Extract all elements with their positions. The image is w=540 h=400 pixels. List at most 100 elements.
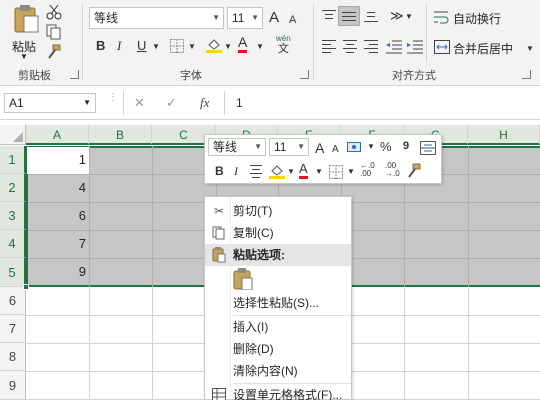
chevron-down-icon[interactable]: ▼ bbox=[224, 38, 232, 56]
formula-input[interactable]: 1 bbox=[236, 96, 243, 110]
bold-button[interactable]: B bbox=[96, 37, 105, 55]
chevron-down-icon[interactable]: ▼ bbox=[188, 38, 196, 56]
borders-icon[interactable] bbox=[170, 39, 184, 53]
chevron-down-icon[interactable]: ▼ bbox=[287, 163, 295, 181]
row-header-6[interactable]: 6 bbox=[0, 287, 26, 315]
cell-a1[interactable]: 1 bbox=[28, 152, 86, 168]
wrap-text-button[interactable]: 自动换行 bbox=[453, 10, 501, 27]
column-header-b[interactable]: B bbox=[89, 125, 152, 145]
comma-style-button[interactable]: 9 bbox=[403, 137, 409, 155]
mini-font-name-value: 等线 bbox=[213, 140, 238, 154]
italic-button[interactable]: I bbox=[117, 37, 121, 55]
increase-decimal-bottom: .00 bbox=[360, 169, 372, 178]
top-align-icon[interactable] bbox=[322, 10, 336, 22]
merge-center-icon[interactable] bbox=[434, 40, 450, 54]
format-painter-icon[interactable] bbox=[46, 44, 62, 60]
paste-button[interactable]: 粘贴 ▼ bbox=[6, 4, 46, 62]
chevron-down-icon[interactable]: ▼ bbox=[526, 40, 534, 58]
column-header-a[interactable]: A bbox=[26, 125, 89, 145]
row-header-7[interactable]: 7 bbox=[0, 315, 26, 343]
increase-decimal-icon[interactable]: ←.0 .00 bbox=[360, 162, 375, 178]
clipboard-launcher-icon[interactable] bbox=[70, 70, 79, 79]
menu-item-label: 插入(I) bbox=[233, 320, 269, 334]
mini-italic-button[interactable]: I bbox=[234, 162, 238, 180]
mini-toolbar: 等线 ▼ 11 ▼ A A ▼ % 9 B I ▼ A ▼ ▼ ←.0 .00 … bbox=[204, 134, 442, 184]
mini-fill-color-icon[interactable] bbox=[269, 163, 285, 179]
decrease-indent-icon[interactable] bbox=[386, 40, 402, 54]
chevron-down-icon[interactable]: ▼ bbox=[256, 38, 264, 56]
chevron-down-icon[interactable]: ▼ bbox=[315, 163, 323, 181]
cell-a4[interactable]: 7 bbox=[28, 236, 86, 252]
cancel-icon[interactable]: ✕ bbox=[134, 95, 145, 111]
row-header-4[interactable]: 4 bbox=[0, 230, 26, 258]
select-all-corner[interactable] bbox=[0, 125, 26, 145]
menu-item-format-cells[interactable]: 设置单元格格式(F)... bbox=[205, 384, 351, 400]
middle-align-button[interactable] bbox=[338, 6, 360, 26]
mini-font-name-dropdown[interactable]: 等线 ▼ bbox=[208, 138, 266, 156]
menu-item-cut[interactable]: ✂ 剪切(T) bbox=[205, 200, 351, 222]
increase-font-size-icon[interactable]: A bbox=[269, 9, 279, 27]
mini-font-color-icon[interactable]: A bbox=[299, 161, 308, 179]
alignment-launcher-icon[interactable] bbox=[522, 70, 531, 79]
column-header-h[interactable]: H bbox=[468, 125, 540, 145]
font-color-icon[interactable]: A bbox=[238, 35, 248, 53]
bottom-align-icon[interactable] bbox=[364, 10, 378, 22]
mini-increase-font-icon[interactable]: A bbox=[315, 139, 324, 157]
chevron-down-icon[interactable]: ▼ bbox=[152, 38, 160, 56]
menu-item-paste-special[interactable]: 选择性粘贴(S)... bbox=[205, 292, 351, 314]
row-header-1[interactable]: 1 bbox=[0, 146, 26, 174]
paste-option-button[interactable] bbox=[233, 268, 255, 291]
align-left-icon[interactable] bbox=[322, 40, 336, 53]
mini-bold-button[interactable]: B bbox=[215, 162, 224, 180]
decrease-decimal-icon[interactable]: .00 →.0 bbox=[385, 162, 400, 178]
font-launcher-icon[interactable] bbox=[300, 70, 309, 79]
mini-borders-icon[interactable] bbox=[329, 165, 343, 179]
mini-font-size-value: 11 bbox=[274, 140, 287, 154]
fill-color-icon[interactable] bbox=[206, 37, 222, 53]
enter-icon[interactable]: ✓ bbox=[166, 95, 177, 111]
mini-font-size-dropdown[interactable]: 11 ▼ bbox=[269, 138, 309, 156]
chevron-down-icon[interactable]: ▼ bbox=[367, 138, 375, 156]
percent-style-button[interactable]: % bbox=[380, 138, 392, 156]
fill-handle[interactable] bbox=[23, 284, 29, 290]
menu-item-insert[interactable]: 插入(I) bbox=[205, 316, 351, 338]
row-header-8[interactable]: 8 bbox=[0, 343, 26, 371]
chevron-down-icon: ▼ bbox=[83, 98, 91, 107]
chevron-down-icon[interactable]: ▼ bbox=[405, 8, 413, 26]
orientation-icon[interactable]: ≫ bbox=[390, 7, 404, 25]
copy-icon[interactable] bbox=[46, 24, 62, 40]
phonetic-guide-icon[interactable]: wén 文 bbox=[276, 34, 291, 55]
menu-item-label: 清除内容(N) bbox=[233, 364, 298, 378]
mini-format-painter-icon[interactable] bbox=[406, 163, 422, 179]
insert-function-icon[interactable]: fx bbox=[200, 95, 209, 111]
align-right-icon[interactable] bbox=[364, 40, 378, 53]
underline-button[interactable]: U bbox=[137, 37, 146, 55]
cell-a5[interactable]: 9 bbox=[28, 264, 86, 280]
font-name-dropdown[interactable]: 等线 ▼ bbox=[89, 7, 224, 29]
cut-icon[interactable] bbox=[46, 4, 62, 20]
merge-center-button[interactable]: 合并后居中 bbox=[453, 40, 513, 57]
chevron-down-icon[interactable]: ▼ bbox=[347, 163, 355, 181]
align-center-icon[interactable] bbox=[343, 40, 357, 53]
menu-item-delete[interactable]: 删除(D) bbox=[205, 338, 351, 360]
mini-center-align-icon[interactable] bbox=[250, 165, 264, 178]
row-header-9[interactable]: 9 bbox=[0, 371, 26, 400]
drag-handle-icon[interactable]: ⋮ bbox=[108, 93, 118, 103]
cell-a3[interactable]: 6 bbox=[28, 208, 86, 224]
font-size-dropdown[interactable]: 11 ▼ bbox=[227, 7, 263, 29]
menu-item-copy[interactable]: 复制(C) bbox=[205, 222, 351, 244]
menu-item-clear-contents[interactable]: 清除内容(N) bbox=[205, 360, 351, 382]
cell-a2[interactable]: 4 bbox=[28, 180, 86, 196]
mini-decrease-font-icon[interactable]: A bbox=[332, 141, 339, 159]
formula-bar-divider bbox=[224, 91, 225, 115]
row-header-2[interactable]: 2 bbox=[0, 174, 26, 202]
wrap-text-icon[interactable] bbox=[434, 10, 450, 24]
row-header-5[interactable]: 5 bbox=[0, 258, 26, 287]
name-box[interactable]: A1 ▼ bbox=[4, 93, 96, 113]
accounting-format-icon[interactable] bbox=[347, 140, 365, 154]
row-header-3[interactable]: 3 bbox=[0, 202, 26, 230]
merge-cells-icon[interactable] bbox=[420, 141, 436, 155]
menu-item-paste-options[interactable]: 粘贴选项: bbox=[205, 244, 351, 266]
increase-indent-icon[interactable] bbox=[407, 40, 423, 54]
decrease-font-size-icon[interactable]: A bbox=[289, 11, 296, 29]
